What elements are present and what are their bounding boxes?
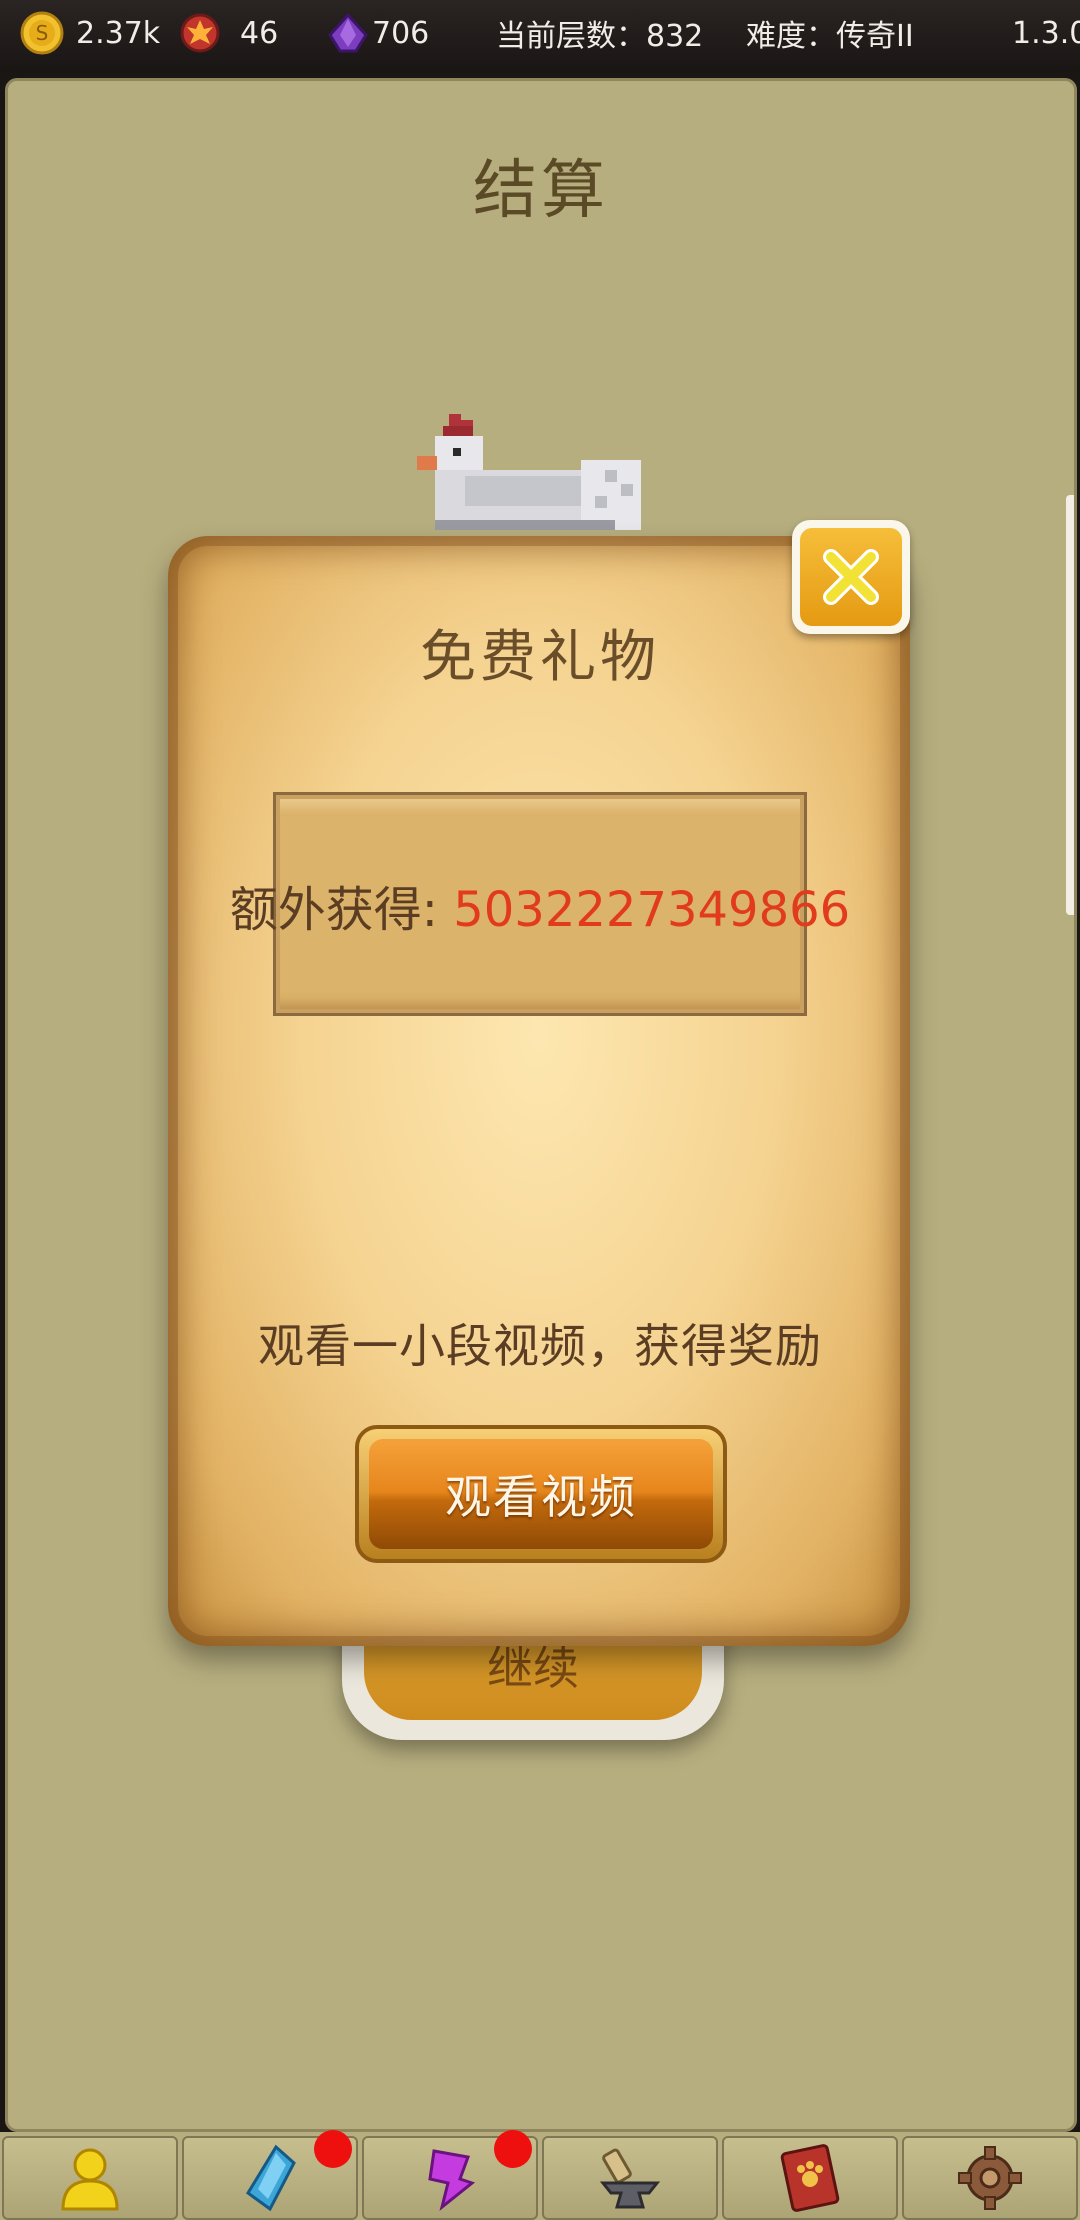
nav-tab-pet-book[interactable] [722,2136,898,2220]
bottom-nav [0,2130,1080,2220]
watch-video-hint: 观看一小段视频，获得奖励 [258,1319,822,1373]
side-scroll-handle[interactable] [1066,495,1074,915]
gold-value: 2.37k [76,15,161,51]
fire-counter: 46 [178,0,278,66]
difficulty-label: 难度：传奇II [746,19,914,54]
purple-gem-icon [328,12,368,53]
close-button-face [800,528,902,626]
close-button[interactable] [792,520,910,634]
settings-gear-icon [958,2146,1022,2210]
close-x-icon [823,549,879,605]
gold-counter: S 2.37k [20,0,160,66]
panel-title: 结算 [473,154,609,228]
crystal-icon [246,2144,296,2212]
version-label: 1.3.0 [1012,15,1080,51]
current-floor: 当前层数：832 [496,19,704,54]
reward-line: 额外获得: 5032227349866 [160,870,920,940]
reward-value: 5032227349866 [453,882,851,938]
nav-tab-rune[interactable] [362,2130,538,2220]
svg-text:S: S [36,21,49,45]
rune-icon [428,2149,476,2211]
fire-value: 46 [240,15,279,51]
nav-tab-hero[interactable] [2,2136,178,2220]
reward-label: 额外获得: [229,882,454,938]
hero-icon [61,2148,119,2211]
watch-video-button[interactable]: 观看视频 [355,1425,727,1563]
rune-badge [494,2130,532,2168]
gem-counter: 706 [326,0,429,66]
top-status-bar: S 2.37k 46 706 当前层数：832 难度：传奇II 1.3.0 [0,0,1080,66]
nav-tab-crystal[interactable] [182,2130,358,2220]
free-gift-modal: 免费礼物 额外获得: 5032227349866 观看一小段视频，获得奖励 观看… [160,520,920,1660]
gold-coin-icon: S [20,11,64,55]
nav-tab-settings[interactable] [902,2136,1078,2220]
pet-book-icon [780,2144,840,2212]
fire-orb-icon [180,13,220,53]
watch-video-label: 观看视频 [369,1439,713,1549]
anvil-icon [599,2148,661,2209]
crystal-badge [314,2130,352,2168]
gem-value: 706 [372,15,430,51]
nav-tab-forge[interactable] [542,2136,718,2220]
